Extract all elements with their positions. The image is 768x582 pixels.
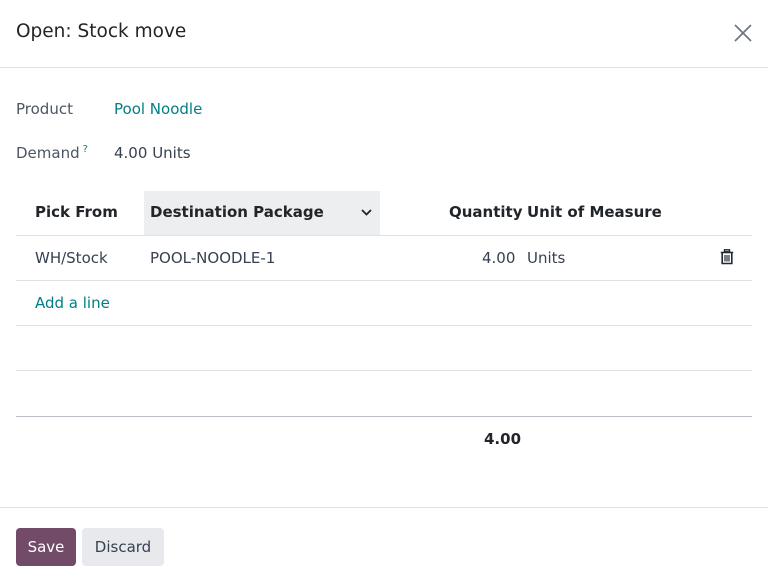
cell-destination-package[interactable]: POOL-NOODLE-1: [150, 249, 275, 267]
header-quantity[interactable]: Quantity: [449, 203, 523, 221]
discard-button[interactable]: Discard: [82, 528, 164, 566]
table-header: Pick From Destination Package Quantity U…: [16, 191, 752, 236]
cell-uom[interactable]: Units: [527, 249, 565, 267]
close-icon[interactable]: [733, 23, 753, 43]
demand-quantity: 4.00: [114, 144, 148, 162]
cell-quantity[interactable]: 4.00: [482, 249, 515, 267]
total-quantity: 4.00: [484, 430, 522, 448]
dialog-footer: Save Discard: [0, 507, 768, 582]
header-pick-from[interactable]: Pick From: [35, 203, 118, 221]
dialog-header: Open: Stock move: [0, 0, 768, 68]
cell-pick-from[interactable]: WH/Stock: [35, 249, 108, 267]
empty-row: [16, 326, 752, 371]
add-line-link[interactable]: Add a line: [35, 294, 110, 312]
dialog-title: Open: Stock move: [16, 21, 187, 42]
demand-label: Demand: [16, 144, 80, 162]
help-tooltip-icon[interactable]: ?: [83, 144, 88, 155]
save-button[interactable]: Save: [16, 528, 76, 566]
product-link[interactable]: Pool Noodle: [114, 100, 202, 118]
header-unit-of-measure[interactable]: Unit of Measure: [527, 203, 662, 221]
demand-uom: Units: [152, 144, 191, 162]
demand-value: 4.00 Units: [114, 144, 191, 162]
add-line-row: Add a line: [16, 281, 752, 326]
move-lines-table: Pick From Destination Package Quantity U…: [16, 191, 752, 460]
table-total-row: 4.00: [16, 416, 752, 460]
table-row[interactable]: WH/Stock POOL-NOODLE-1 4.00 Units: [16, 236, 752, 281]
empty-row: [16, 371, 752, 416]
demand-label-wrap: Demand?: [16, 144, 88, 162]
header-destination-package[interactable]: Destination Package: [150, 203, 324, 221]
chevron-down-icon[interactable]: [360, 206, 373, 219]
product-label: Product: [16, 100, 73, 118]
trash-icon[interactable]: [720, 249, 734, 265]
